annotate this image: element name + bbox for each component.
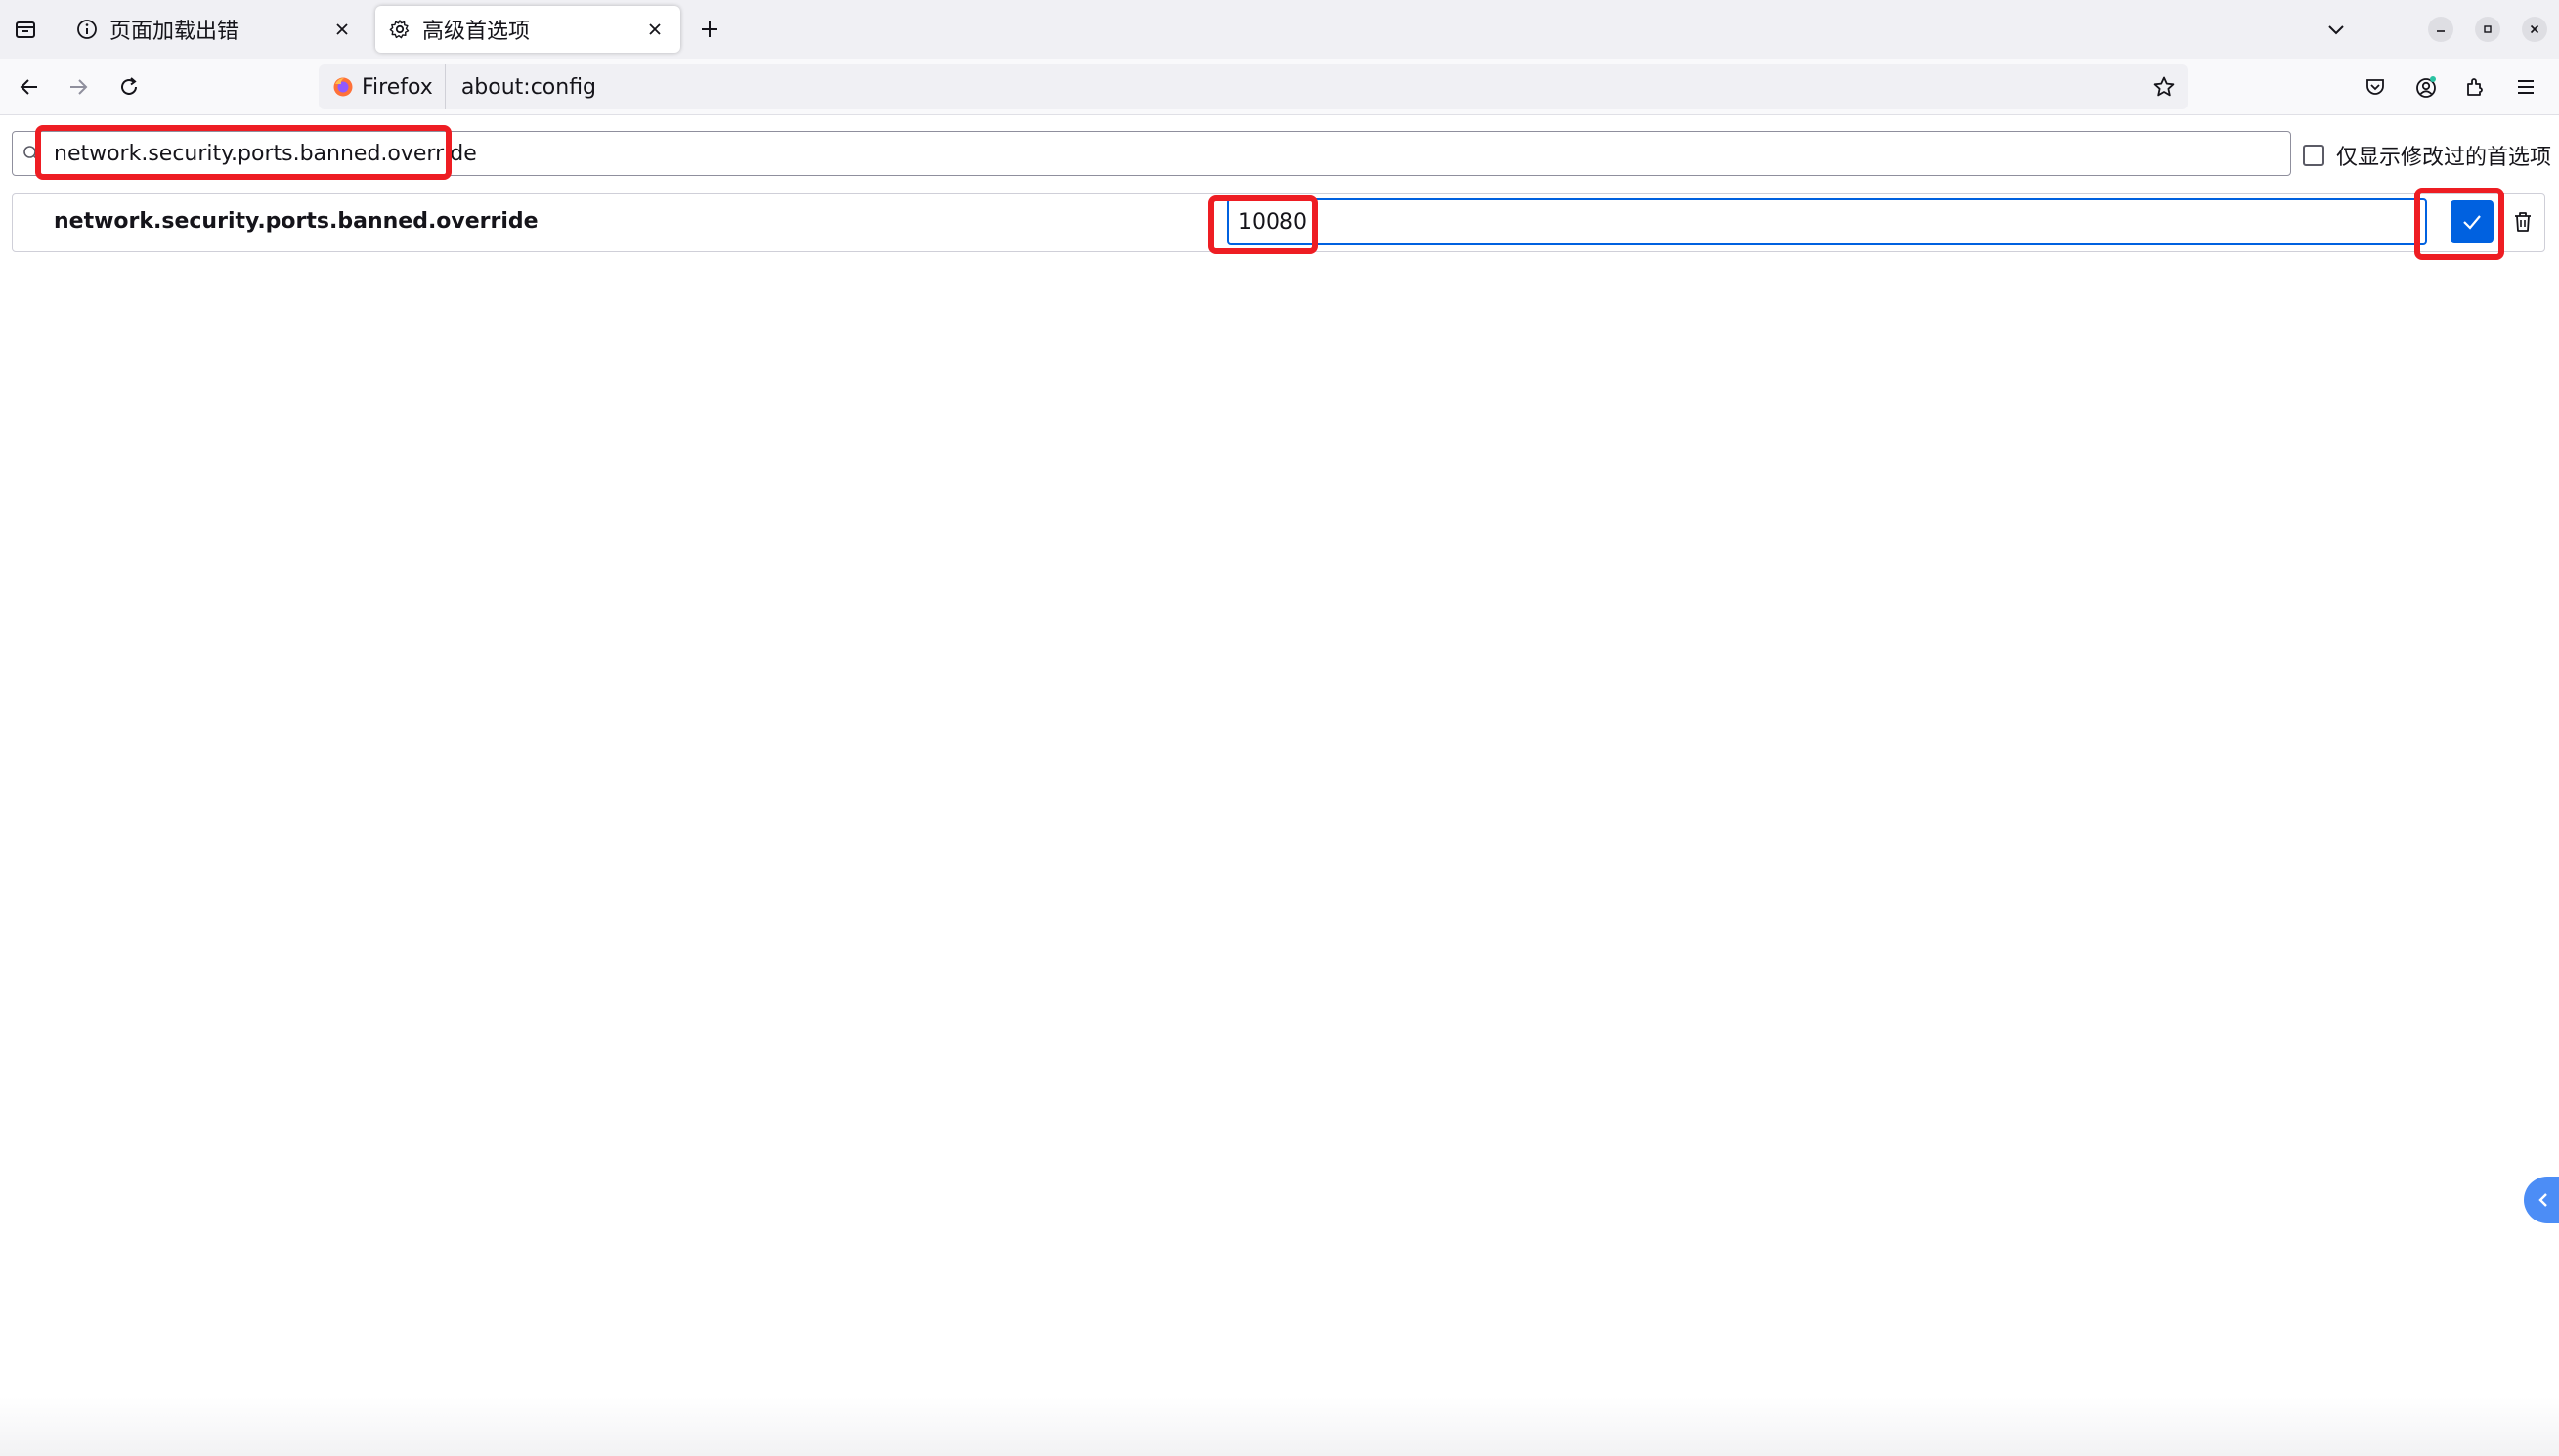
trash-icon <box>2512 210 2534 234</box>
modified-only-label: 仅显示修改过的首选项 <box>2336 146 2552 170</box>
url-text[interactable]: about:config <box>446 75 2147 100</box>
forward-button[interactable] <box>61 69 96 105</box>
window-close-button[interactable] <box>2522 17 2547 42</box>
list-all-tabs-button[interactable] <box>2319 12 2354 47</box>
identity-box[interactable]: Firefox <box>319 64 446 109</box>
pref-name: network.security.ports.banned.override <box>54 209 539 234</box>
firefox-logo-icon <box>332 76 354 98</box>
extensions-button[interactable] <box>2457 69 2493 105</box>
plus-icon <box>700 20 719 39</box>
minimize-icon <box>2435 23 2447 35</box>
delete-button[interactable] <box>2505 204 2540 239</box>
config-search-input[interactable] <box>54 141 2204 166</box>
puzzle-icon <box>2464 76 2486 98</box>
reload-icon <box>118 76 140 98</box>
tab-page-load-error[interactable]: 页面加载出错 <box>63 6 368 53</box>
close-icon[interactable] <box>328 16 356 43</box>
account-button[interactable] <box>2408 69 2444 105</box>
modified-only-checkbox[interactable] <box>2303 145 2324 166</box>
minimize-button[interactable] <box>2428 17 2453 42</box>
chevron-left-icon <box>2536 1191 2551 1209</box>
close-icon[interactable] <box>641 16 669 43</box>
modified-only-toggle[interactable]: 仅显示修改过的首选项 <box>2303 141 2551 170</box>
identity-label: Firefox <box>362 74 433 100</box>
reload-button[interactable] <box>111 69 147 105</box>
info-icon <box>74 17 100 42</box>
search-icon <box>22 143 44 164</box>
pref-row: network.security.ports.banned.override <box>12 193 2545 252</box>
back-button[interactable] <box>12 69 47 105</box>
bookmark-star-icon[interactable] <box>2147 69 2182 105</box>
restore-icon <box>2482 23 2494 35</box>
config-search-box[interactable] <box>12 131 2291 176</box>
pocket-icon <box>2364 76 2386 98</box>
tab-label: 高级首选项 <box>422 20 531 44</box>
tab-label: 页面加载出错 <box>109 20 239 44</box>
hamburger-menu-icon <box>2515 76 2537 98</box>
url-bar[interactable]: Firefox about:config <box>319 64 2188 109</box>
tab-advanced-preferences[interactable]: 高级首选项 <box>375 6 680 53</box>
tab-list-button[interactable] <box>8 12 43 47</box>
new-tab-button[interactable] <box>692 12 727 47</box>
bottom-edge <box>0 1397 2559 1456</box>
app-menu-button[interactable] <box>2508 69 2543 105</box>
close-icon <box>2529 23 2540 35</box>
gear-icon <box>387 17 412 42</box>
checkmark-icon <box>2460 210 2484 234</box>
arrow-left-icon <box>19 76 40 98</box>
arrow-right-icon <box>67 76 89 98</box>
chevron-down-icon <box>2326 20 2346 39</box>
tab-strip: 页面加载出错 高级首选项 <box>0 0 2559 59</box>
tab-list-icon <box>15 19 36 40</box>
side-panel-toggle[interactable] <box>2524 1177 2559 1223</box>
restore-button[interactable] <box>2475 17 2500 42</box>
account-icon <box>2414 75 2438 99</box>
pocket-button[interactable] <box>2358 69 2393 105</box>
save-button[interactable] <box>2451 200 2494 243</box>
navigation-toolbar: Firefox about:config <box>0 59 2559 115</box>
pref-value-input[interactable] <box>1227 198 2427 245</box>
